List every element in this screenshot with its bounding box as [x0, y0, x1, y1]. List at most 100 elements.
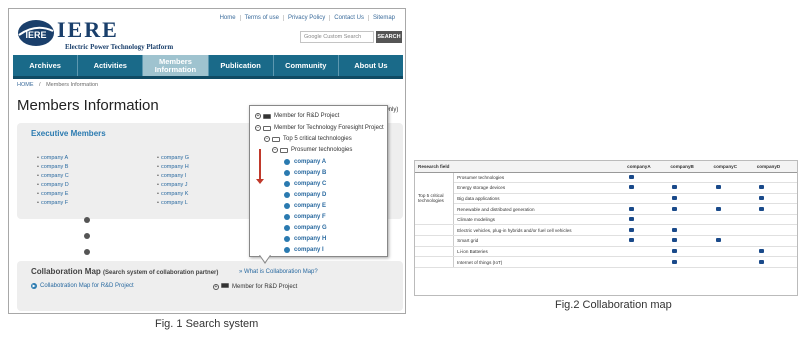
- popup-company-label: company B: [294, 170, 327, 176]
- popup-company[interactable]: company B: [284, 170, 326, 176]
- research-field-cell: Energy storage devices: [453, 182, 625, 194]
- collaboration-mark-icon[interactable]: [715, 206, 721, 211]
- home-link[interactable]: Home: [216, 15, 240, 21]
- company-link[interactable]: company K: [157, 191, 189, 200]
- collaboration-mark-icon[interactable]: [758, 259, 764, 264]
- collaboration-mark-icon[interactable]: [672, 259, 678, 264]
- collaboration-mark-icon[interactable]: [715, 238, 721, 243]
- search-button[interactable]: SEARCH: [376, 31, 402, 43]
- popup-company[interactable]: company D: [284, 192, 326, 198]
- company-link[interactable]: company J: [157, 182, 189, 191]
- collaboration-mark-icon[interactable]: [715, 185, 721, 190]
- collaboration-mark-icon[interactable]: [629, 185, 635, 190]
- bullet-circle-icon: [284, 203, 290, 209]
- company-cell: [667, 203, 711, 215]
- breadcrumb-current: Members Information: [46, 82, 99, 88]
- company-cell: [710, 214, 754, 226]
- collaboration-mark-icon[interactable]: [672, 238, 678, 243]
- privacy-link[interactable]: Privacy Policy: [282, 15, 329, 21]
- popup-company[interactable]: company C: [284, 181, 326, 187]
- main-nav: Archives Activities Members Information …: [13, 55, 403, 79]
- company-link[interactable]: company C: [37, 173, 69, 182]
- search-placeholder: Custom Search: [323, 34, 362, 40]
- what-is-collab-link[interactable]: » What is Collaboration Map?: [239, 269, 318, 275]
- nav-activities[interactable]: Activities: [78, 55, 144, 76]
- collaboration-popup: + Member for R&D Project − Member for Tech…: [249, 105, 388, 257]
- collab-table: Research field companyA companyB company…: [415, 161, 797, 268]
- popup-row-rd[interactable]: + Member for R&D Project: [255, 113, 339, 119]
- collaboration-mark-icon[interactable]: [758, 248, 764, 253]
- collaboration-mark-icon[interactable]: [672, 185, 678, 190]
- popup-company[interactable]: company G: [284, 225, 327, 231]
- popup-row-foresight[interactable]: − Member for Technology Foresight Project: [255, 125, 384, 131]
- popup-company[interactable]: company F: [284, 214, 326, 220]
- research-field-cell: Prosumer technologies: [453, 172, 625, 184]
- collaboration-mark-icon[interactable]: [672, 195, 678, 200]
- popup-company-label: company F: [294, 214, 326, 220]
- company-link[interactable]: company I: [157, 173, 189, 182]
- collaboration-mark-icon[interactable]: [672, 227, 678, 232]
- nav-members-information[interactable]: Members Information: [143, 55, 209, 76]
- bullet-circle-icon: [284, 247, 290, 253]
- collaboration-mark-icon[interactable]: [672, 206, 678, 211]
- nav-community[interactable]: Community: [274, 55, 339, 76]
- collaboration-mark-icon[interactable]: [758, 185, 764, 190]
- company-link[interactable]: company L: [157, 200, 189, 209]
- header-company-c: companyC: [710, 161, 754, 173]
- collaboration-mark-icon[interactable]: [758, 195, 764, 200]
- nav-about-us[interactable]: About Us: [339, 55, 403, 76]
- popup-company[interactable]: company I: [284, 247, 324, 253]
- top-links: Home Terms of use Privacy Policy Contact…: [216, 15, 399, 21]
- popup-company-label: company G: [294, 225, 327, 231]
- iere-logo[interactable]: IERE IERE Electric Power Technology Plat…: [17, 17, 207, 51]
- breadcrumb-home[interactable]: HOME: [17, 82, 34, 88]
- ellipsis-dot: [84, 249, 90, 255]
- company-cell: [710, 203, 754, 215]
- company-cell: [667, 235, 711, 247]
- red-arrow-head-icon: [256, 179, 264, 184]
- company-link[interactable]: company A: [37, 155, 69, 164]
- popup-company[interactable]: company H: [284, 236, 326, 242]
- popup-company-label: company I: [294, 247, 324, 253]
- popup-row-label: Prosumer technologies: [291, 147, 353, 153]
- company-link[interactable]: company E: [37, 191, 69, 200]
- collaboration-mark-icon[interactable]: [629, 206, 635, 211]
- sitemap-link[interactable]: Sitemap: [367, 15, 399, 21]
- company-link[interactable]: company H: [157, 164, 189, 173]
- company-link[interactable]: company G: [157, 155, 189, 164]
- popup-company[interactable]: company A: [284, 159, 326, 165]
- popup-row-top5[interactable]: − Top 5 critical technologies: [264, 136, 352, 142]
- collaboration-map-title: Collaboration Map (Search system of coll…: [31, 267, 218, 276]
- company-cell: [624, 256, 668, 268]
- popup-company[interactable]: company E: [284, 203, 326, 209]
- collaboration-mark-icon[interactable]: [629, 238, 635, 243]
- company-link[interactable]: company B: [37, 164, 69, 173]
- member-rd-toggle[interactable]: + Member for R&D Project: [213, 283, 297, 290]
- popup-company-label: company C: [294, 181, 327, 187]
- company-list-left: company A company B company C company D …: [37, 155, 69, 209]
- company-cell: [710, 182, 754, 194]
- terms-link[interactable]: Terms of use: [239, 15, 283, 21]
- popup-company-label: company A: [294, 159, 327, 165]
- collaboration-mark-icon[interactable]: [672, 248, 678, 253]
- company-cell: [667, 172, 711, 184]
- company-link[interactable]: company D: [37, 182, 69, 191]
- search-brand: Google: [304, 34, 322, 40]
- collaboration-mark-icon[interactable]: [758, 206, 764, 211]
- nav-archives[interactable]: Archives: [13, 55, 79, 76]
- collaboration-mark-icon[interactable]: [629, 174, 635, 179]
- contact-link[interactable]: Contact Us: [329, 15, 368, 21]
- search-input[interactable]: Google Custom Search: [300, 31, 374, 43]
- nav-publication[interactable]: Publication: [209, 55, 274, 76]
- collab-map-rd-link[interactable]: ▶ Collabotration Map for R&D Project: [31, 283, 134, 289]
- company-cell: [667, 224, 711, 237]
- popup-row-prosumer[interactable]: − Prosumer technologies: [272, 147, 352, 153]
- company-cell: [710, 246, 754, 258]
- research-field-cell: Climate modelings: [453, 214, 625, 226]
- header-company-b: companyB: [667, 161, 711, 173]
- collaboration-mark-icon[interactable]: [629, 227, 635, 232]
- collaboration-mark-icon[interactable]: [629, 217, 635, 222]
- company-link[interactable]: company F: [37, 200, 69, 209]
- company-cell: [753, 224, 797, 237]
- table-row: Renewable and distributed generation: [415, 203, 797, 215]
